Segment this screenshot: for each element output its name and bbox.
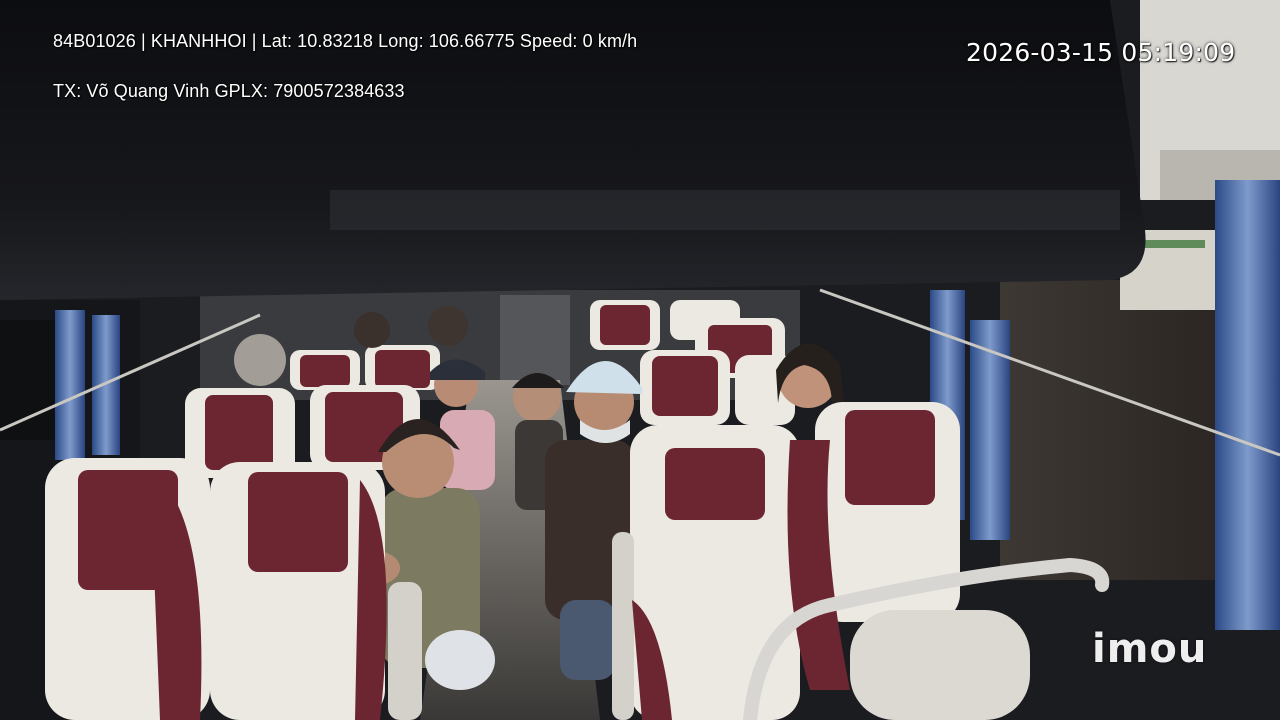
driver-license-info: TX: Võ Quang Vinh GPLX: 7900572384633 [53, 81, 405, 101]
timestamp: 2026-03-15 05:19:09 [966, 38, 1236, 67]
brand-watermark: imou [1092, 626, 1208, 672]
camera-frame: 84B01026 | KHANHHOI | Lat: 10.83218 Long… [0, 0, 1280, 720]
bus-interior-scene [0, 0, 1280, 720]
vehicle-gps-info: 84B01026 | KHANHHOI | Lat: 10.83218 Long… [53, 31, 638, 51]
